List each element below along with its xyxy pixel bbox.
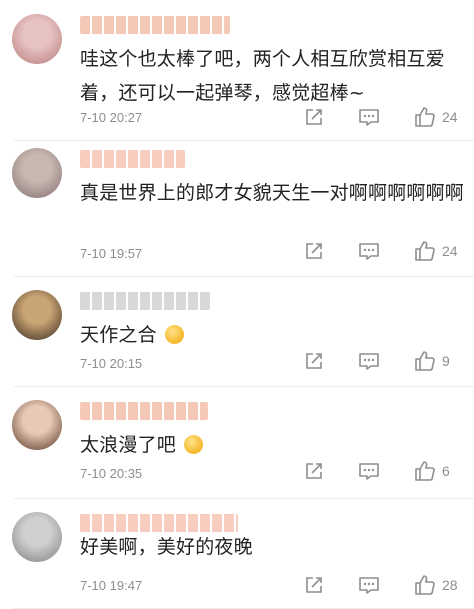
comment-time: 7-10 20:27 [80,110,143,125]
username-blurred[interactable] [80,150,185,168]
comment-time: 7-10 19:47 [80,578,143,593]
like-button[interactable]: 24 [414,106,460,128]
like-button[interactable]: 6 [414,460,460,482]
divider [14,498,474,499]
like-count: 6 [442,463,450,479]
share-button[interactable] [304,351,324,371]
comment-actions: 28 [304,574,460,596]
share-icon [306,109,322,125]
comment-actions: 9 [304,350,460,372]
share-button[interactable] [304,241,324,261]
reply-button[interactable] [358,575,380,595]
like-button[interactable]: 28 [414,574,460,596]
reply-button[interactable] [358,351,380,371]
comment-time: 7-10 20:15 [80,356,143,371]
avatar[interactable] [12,148,62,198]
comment-text: 哇这个也太棒了吧，两个人相互欣赏相互爱着，还可以一起弹琴，感觉超棒~ [80,42,465,110]
comment-text: 真是世界上的郎才女貌天生一对啊啊啊啊啊啊 [80,176,465,210]
thumbs-up-icon [415,107,435,127]
share-icon [306,577,322,593]
share-icon [306,353,322,369]
comment-text-body: 好美啊，美好的夜晚 [80,536,253,558]
share-icon [306,463,322,479]
divider [14,386,474,387]
like-count: 24 [442,109,458,125]
comment-time: 7-10 20:35 [80,466,143,481]
thumbs-up-icon [415,575,435,595]
avatar[interactable] [12,14,62,64]
like-button[interactable]: 9 [414,350,460,372]
reply-button[interactable] [358,461,380,481]
comment-icon [359,109,379,126]
like-count: 9 [442,353,450,369]
share-button[interactable] [304,107,324,127]
comment-text-body: 哇这个也太棒了吧，两个人相互欣赏相互爱着，还可以一起弹琴，感觉超棒~ [80,48,445,104]
share-button[interactable] [304,575,324,595]
comment-actions: 24 [304,106,460,128]
crying-emoji [184,435,204,454]
avatar[interactable] [12,290,62,340]
like-button[interactable]: 24 [414,240,460,262]
comment-actions: 6 [304,460,460,482]
flushed-emoji [165,325,185,344]
thumbs-up-icon [415,461,435,481]
comment-icon [359,463,379,480]
username-blurred[interactable] [80,292,210,310]
thumbs-up-icon [415,351,435,371]
like-count: 24 [442,243,458,259]
share-button[interactable] [304,461,324,481]
like-count: 28 [442,577,458,593]
share-icon [306,243,322,259]
comment-text: 好美啊，美好的夜晚 [80,530,465,564]
divider [14,276,474,277]
comment-text: 太浪漫了吧 [80,428,465,462]
avatar[interactable] [12,400,62,450]
comment-icon [359,353,379,370]
comment-icon [359,243,379,260]
comment-time: 7-10 19:57 [80,246,143,261]
comment-icon [359,577,379,594]
comment-text: 天作之合 [80,318,465,352]
username-blurred[interactable] [80,402,208,420]
comment-text-body: 太浪漫了吧 [80,434,177,456]
reply-button[interactable] [358,241,380,261]
comment-text-body: 真是世界上的郎才女貌天生一对啊啊啊啊啊啊 [80,182,465,204]
reply-button[interactable] [358,107,380,127]
divider [14,140,474,141]
thumbs-up-icon [415,241,435,261]
comment-actions: 24 [304,240,460,262]
comment-text-body: 天作之合 [80,324,157,346]
avatar[interactable] [12,512,62,562]
username-blurred[interactable] [80,16,230,34]
